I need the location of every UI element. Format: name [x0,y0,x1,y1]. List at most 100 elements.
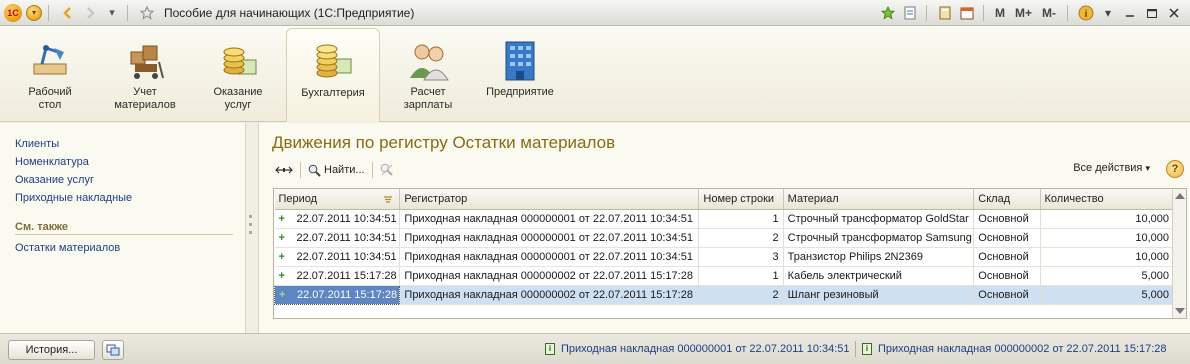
receipt-plus-icon: + [278,212,285,225]
column-header-registrar[interactable]: Регистратор [399,189,700,210]
table-row[interactable]: +22.07.2011 15:17:28 Приходная накладная… [274,266,1175,286]
cell-material: Строчный трансформатор Samsung [783,228,975,248]
scroll-up-icon[interactable] [1175,193,1185,199]
nav-link-invoices[interactable]: Приходные накладные [15,189,245,207]
section-label: Бухгалтерия [301,87,365,99]
navigate-icon[interactable] [272,160,296,180]
info-dropdown-icon[interactable]: ▾ [1098,3,1118,23]
cell-registrar: Приходная накладная 000000002 от 22.07.2… [399,285,700,305]
register-movements-form: Движения по регистру Остатки материалов … [258,123,1190,333]
all-actions-menu[interactable]: Все действия ▾ [1073,162,1150,174]
cell-warehouse: Основной [973,266,1041,286]
add-favorite-icon[interactable] [878,3,898,23]
people-icon [406,38,450,82]
minimize-icon[interactable] [1120,3,1140,23]
cell-quantity: 10,000 [1040,209,1175,229]
receipt-plus-icon: + [278,269,285,282]
nav-link-services[interactable]: Оказание услуг [15,171,245,189]
column-header-line-number[interactable]: Номер строки [698,189,784,210]
toolbar-separator [982,5,984,21]
cell-warehouse: Основной [973,209,1041,229]
column-header-warehouse[interactable]: Склад [973,189,1041,210]
column-header-material[interactable]: Материал [783,189,975,210]
favorites-star-icon[interactable] [138,4,156,22]
cell-line-number: 2 [698,285,784,305]
close-icon[interactable] [1164,3,1184,23]
windows-icon [106,344,120,356]
column-header-quantity[interactable]: Количество [1040,189,1175,210]
toolbar-separator [925,5,927,21]
cell-registrar: Приходная накладная 000000001 от 22.07.2… [399,228,700,248]
open-window-label: Приходная накладная 000000002 от 22.07.2… [878,343,1167,355]
receipt-plus-icon: + [279,288,286,301]
open-window-label: Приходная накладная 000000001 от 22.07.2… [561,343,850,355]
toolbar-separator [48,4,49,21]
info-icon[interactable]: i [1076,3,1096,23]
section-materials[interactable]: Учет материалов [104,26,186,122]
open-windows-button[interactable] [102,340,124,360]
movements-table: Период Регистратор Номер строки Материал… [273,188,1187,319]
section-enterprise[interactable]: Предприятие [484,26,556,122]
toolbar-separator [371,162,373,178]
form-toolbar: Найти... Все действия ▾ ? [272,159,1188,181]
cell-period: 22.07.2011 10:34:51 [296,212,397,225]
history-button[interactable]: История... [8,340,95,360]
coins-stack-icon [311,39,355,83]
cell-material: Строчный трансформатор GoldStar [783,209,975,229]
cell-warehouse: Основной [973,228,1041,248]
calculator-icon[interactable] [935,3,955,23]
all-actions-label: Все действия [1073,162,1143,174]
cell-line-number: 3 [698,247,784,267]
section-services[interactable]: Оказание услуг [202,26,274,122]
table-row[interactable]: +22.07.2011 10:34:51 Приходная накладная… [274,228,1175,248]
cell-registrar: Приходная накладная 000000001 от 22.07.2… [399,247,700,267]
cell-material: Транзистор Philips 2N2369 [783,247,975,267]
cell-warehouse: Основной [973,285,1041,305]
panel-splitter[interactable] [246,123,258,333]
table-row[interactable]: +22.07.2011 10:34:51 Приходная накладная… [274,209,1175,229]
cell-material: Шланг резиновый [783,285,975,305]
calendar-icon[interactable] [957,3,977,23]
history-dropdown-icon[interactable]: ▾ [103,4,121,22]
nav-link-material-balances[interactable]: Остатки материалов [15,239,245,257]
document-icon: i [545,343,555,355]
scroll-down-icon[interactable] [1175,308,1185,314]
vertical-scrollbar[interactable] [1172,189,1186,318]
find-button[interactable]: Найти... [305,160,368,180]
nav-link-clients[interactable]: Клиенты [15,135,245,153]
cancel-search-icon[interactable] [377,160,397,180]
table-row[interactable]: +22.07.2011 10:34:51 Приходная накладная… [274,247,1175,267]
memory-button-m-minus[interactable]: M- [1042,6,1056,20]
cell-warehouse: Основной [973,247,1041,267]
link-icon[interactable] [900,3,920,23]
memory-button-m-plus[interactable]: M+ [1015,6,1032,20]
toolbar-separator [1067,5,1068,21]
tab-separator [855,341,856,357]
table-row-selected[interactable]: +22.07.2011 15:17:28 Приходная накладная… [274,284,1175,305]
open-window-tab[interactable]: i Приходная накладная 000000002 от 22.07… [862,343,1167,355]
cell-quantity: 10,000 [1040,247,1175,267]
section-label: Учет материалов [114,86,176,111]
section-accounting[interactable]: Бухгалтерия [286,28,380,122]
back-icon[interactable] [59,4,77,22]
section-payroll[interactable]: Расчет зарплаты [392,26,464,122]
open-window-tab[interactable]: i Приходная накладная 000000001 от 22.07… [545,343,850,355]
app-logo[interactable]: 1C [4,3,22,22]
toolbar-separator [300,162,301,178]
column-header-period[interactable]: Период [274,189,401,210]
cell-period: 22.07.2011 10:34:51 [296,250,397,263]
maximize-icon[interactable] [1142,3,1162,23]
receipt-plus-icon: + [278,250,285,263]
memory-button-m[interactable]: M [995,6,1005,20]
document-icon: i [862,343,872,355]
nav-link-nomenclature[interactable]: Номенклатура [15,153,245,171]
cell-period: 22.07.2011 15:17:28 [297,288,398,301]
forward-icon[interactable] [81,4,99,22]
see-also-heading: См. также [15,221,233,235]
main-menu-button[interactable]: ▾ [26,4,42,21]
help-button[interactable]: ? [1166,160,1184,178]
table-header-row: Период Регистратор Номер строки Материал… [274,189,1175,210]
cell-registrar: Приходная накладная 000000002 от 22.07.2… [399,266,700,286]
cell-material: Кабель электрический [783,266,975,286]
section-desktop[interactable]: Рабочий стол [14,26,86,122]
